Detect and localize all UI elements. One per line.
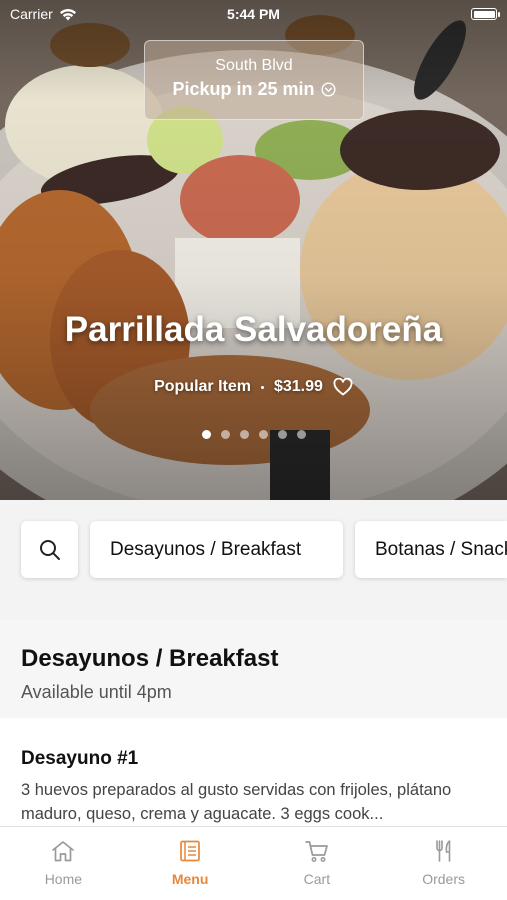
menu-item-description: 3 huevos preparados al gusto servidas co… xyxy=(21,781,452,823)
fork-knife-icon xyxy=(435,840,450,862)
status-time: 5:44 PM xyxy=(227,6,280,22)
carousel-dot[interactable] xyxy=(220,430,230,439)
tab-menu[interactable]: Menu xyxy=(127,827,254,900)
search-button[interactable] xyxy=(21,521,78,578)
carousel-dot[interactable] xyxy=(296,430,306,439)
carousel-dot[interactable] xyxy=(239,430,249,439)
menu-item-name: Desayuno #1 xyxy=(21,748,139,769)
category-chip-breakfast[interactable]: Desayunos / Breakfast xyxy=(90,521,343,578)
heart-icon[interactable] xyxy=(333,378,353,396)
location-selector[interactable]: South Blvd Pickup in 25 min xyxy=(144,40,364,120)
category-chip-snacks[interactable]: Botanas / Snacks xyxy=(355,521,507,578)
tab-home-label: Home xyxy=(44,871,83,887)
pickup-time: Pickup in 25 min xyxy=(172,79,315,99)
chevron-down-circle-icon xyxy=(321,82,336,97)
location-name: South Blvd xyxy=(215,57,293,74)
status-bar: Carrier 5:44 PM xyxy=(0,0,507,28)
search-icon xyxy=(39,539,60,560)
home-icon xyxy=(52,841,75,862)
battery-icon xyxy=(471,8,500,20)
tab-menu-label: Menu xyxy=(171,871,209,887)
featured-item-title: Parrillada Salvadoreña xyxy=(64,310,443,349)
carousel-dot[interactable] xyxy=(201,430,211,439)
tab-orders[interactable]: Orders xyxy=(380,827,507,900)
section-title: Desayunos / Breakfast xyxy=(21,645,279,672)
menu-book-icon xyxy=(180,840,200,862)
tab-home[interactable]: Home xyxy=(0,827,127,900)
carousel-pagination[interactable] xyxy=(0,430,507,439)
cart-icon xyxy=(305,841,328,862)
hero-banner[interactable]: Carrier 5:44 PM South Blvd Pickup in 25 … xyxy=(0,0,507,500)
section-subtitle: Available until 4pm xyxy=(21,682,172,702)
featured-item-price: $31.99 xyxy=(273,378,323,395)
separator-dot xyxy=(260,385,264,389)
tab-cart-label: Cart xyxy=(303,871,331,887)
carousel-dot[interactable] xyxy=(277,430,287,439)
carousel-dot[interactable] xyxy=(258,430,268,439)
tab-orders-label: Orders xyxy=(422,871,466,887)
tab-cart[interactable]: Cart xyxy=(254,827,381,900)
popular-badge: Popular Item xyxy=(154,378,251,395)
bottom-tab-bar: Home Menu Cart Orders xyxy=(0,826,507,900)
featured-item-meta: Popular Item $31.99 xyxy=(0,378,507,396)
